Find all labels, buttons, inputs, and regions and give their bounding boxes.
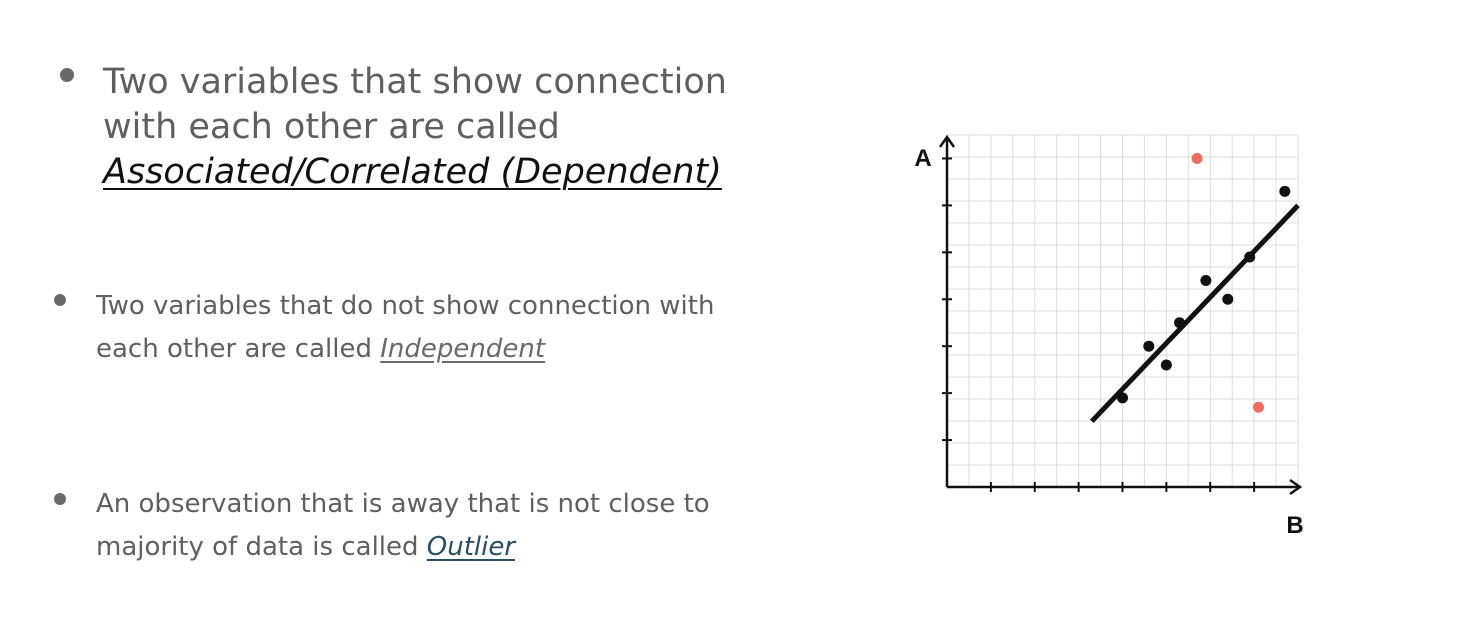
bullet-outlier: An observation that is away that is not … xyxy=(96,483,776,569)
bullet-associated: Two variables that show connection with … xyxy=(103,60,743,195)
bullet-text: Two variables that show connection with … xyxy=(103,62,727,147)
bullet-independent: Two variables that do not show connectio… xyxy=(96,285,756,371)
bullet-dot xyxy=(60,68,74,82)
data-point xyxy=(1200,274,1212,286)
axes xyxy=(938,134,1303,496)
data-point xyxy=(1143,340,1155,352)
term-independent: Independent xyxy=(380,334,546,364)
y-axis-label: A xyxy=(914,145,931,172)
bullet-dot xyxy=(54,294,66,306)
bullet-text: An observation that is away that is not … xyxy=(96,489,710,562)
scatter-plot: A B xyxy=(914,134,1304,539)
data-point xyxy=(1174,317,1186,329)
data-point xyxy=(1117,392,1128,404)
term-outlier: Outlier xyxy=(426,532,516,562)
outlier-point xyxy=(1253,401,1265,413)
data-point xyxy=(1222,293,1234,305)
data-point xyxy=(1160,359,1172,371)
x-axis-label: B xyxy=(1286,512,1303,539)
bullet-dot xyxy=(54,493,66,505)
data-point xyxy=(1279,185,1291,197)
term-associated: Associated/Correlated (Dependent) xyxy=(103,152,722,192)
outlier-point xyxy=(1191,152,1203,164)
data-point xyxy=(1244,251,1256,263)
grid xyxy=(946,134,1299,488)
